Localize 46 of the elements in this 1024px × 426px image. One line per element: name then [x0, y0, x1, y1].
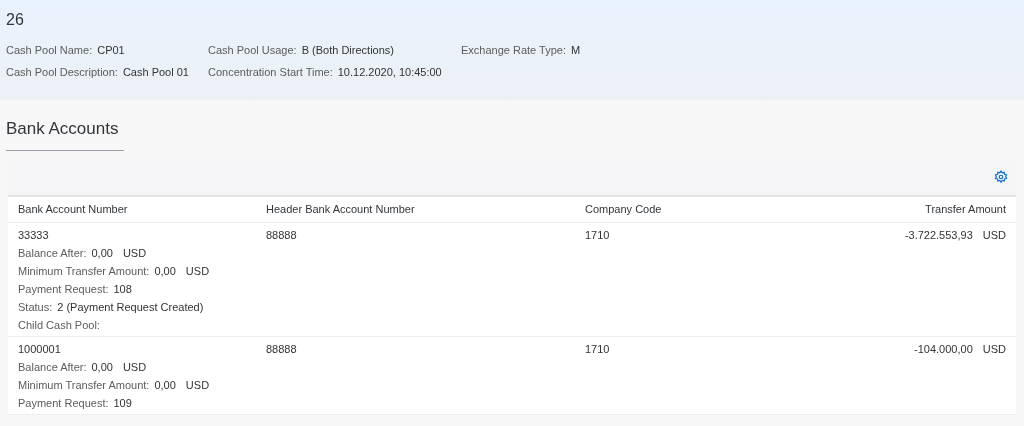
column-header: Company Code — [585, 201, 663, 217]
field-label: Cash Pool Usage: — [208, 43, 297, 57]
settings-icon[interactable] — [994, 169, 1008, 184]
detail-value: 0,00 — [91, 245, 113, 261]
detail-unit: USD — [122, 359, 147, 375]
field-label: Cash Pool Name: — [6, 43, 93, 57]
column-header: Bank Account Number — [18, 201, 129, 217]
detail-label: Balance After: — [18, 359, 87, 375]
table-cell-text: 88888 — [266, 341, 298, 357]
detail-label: Payment Request: — [18, 281, 109, 297]
column-header: Header Bank Account Number — [266, 201, 416, 217]
detail-value: 109 — [113, 395, 132, 411]
field-label: Exchange Rate Type: — [461, 43, 566, 57]
field-value: M — [571, 43, 581, 57]
detail-value: 2 (Payment Request Created) — [57, 299, 204, 315]
field-value: 10.12.2020, 10:45:00 — [337, 65, 442, 79]
table-cell-text: 1000001 — [18, 341, 62, 357]
detail-label: Status: — [18, 299, 53, 315]
field-value: Cash Pool 01 — [122, 65, 189, 79]
transfer-amount: -3.722.553,93 — [904, 227, 973, 243]
detail-unit: USD — [185, 263, 210, 279]
field-label: Concentration Start Time: — [208, 65, 333, 79]
column-header: Transfer Amount — [924, 201, 1006, 217]
field-value: CP01 — [97, 43, 125, 57]
detail-value: 0,00 — [91, 359, 113, 375]
currency: USD — [982, 341, 1006, 357]
table-cell-text: 1710 — [585, 341, 611, 357]
table-cell-text: 33333 — [18, 227, 50, 243]
detail-label: Payment Request: — [18, 395, 109, 411]
detail-unit: USD — [185, 377, 210, 393]
detail-value: 0,00 — [154, 263, 176, 279]
transfer-amount: -104.000,00 — [914, 341, 973, 357]
currency: USD — [982, 227, 1006, 243]
table-cell-text: 1710 — [585, 227, 611, 243]
field-value: B (Both Directions) — [301, 43, 394, 57]
detail-unit: USD — [122, 245, 147, 261]
page-title: 26 — [6, 10, 25, 30]
table-cell-text: 88888 — [266, 227, 298, 243]
detail-label: Balance After: — [18, 245, 87, 261]
detail-value: 0,00 — [154, 377, 176, 393]
detail-label: Minimum Transfer Amount: — [18, 263, 150, 279]
detail-label: Minimum Transfer Amount: — [18, 377, 150, 393]
section-title: Bank Accounts — [6, 116, 125, 151]
detail-label: Child Cash Pool: — [18, 317, 100, 333]
field-label: Cash Pool Description: — [6, 65, 118, 79]
detail-value: 108 — [113, 281, 132, 297]
